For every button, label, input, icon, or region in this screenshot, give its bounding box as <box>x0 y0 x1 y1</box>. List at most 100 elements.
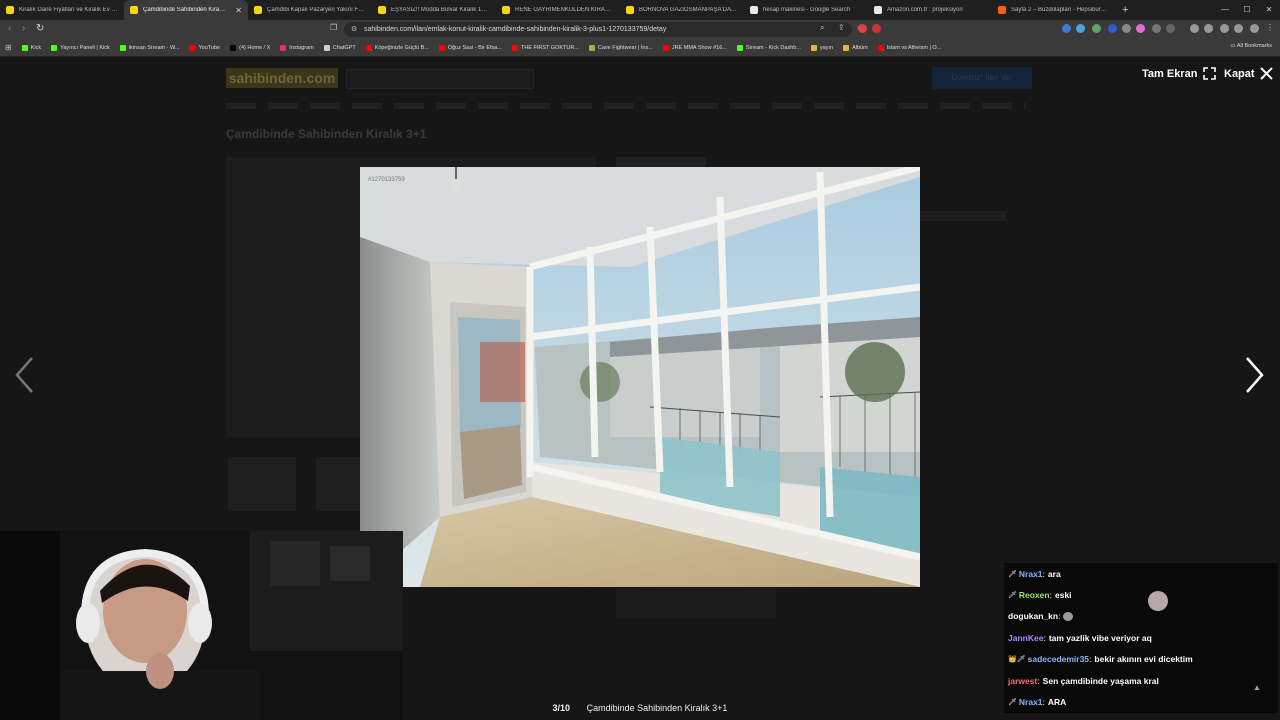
bookmark-item[interactable]: YouTube <box>184 44 225 51</box>
bookmark-label: Kick <box>30 44 42 51</box>
close-window-icon[interactable]: ✕ <box>1258 0 1280 20</box>
post-listing-button: Ücretsiz* İlan Ver <box>932 67 1032 89</box>
chat-username[interactable]: Nrax1 <box>1019 569 1043 579</box>
bookmark-item[interactable]: ChatGPT <box>319 44 361 51</box>
browser-tab[interactable]: hesap makinesi - Google Search <box>744 0 868 20</box>
reload-icon[interactable]: ↻ <box>36 23 44 34</box>
share-icon[interactable]: ⇪ <box>838 23 845 32</box>
menu-icon[interactable]: ⋮ <box>1266 23 1274 32</box>
bookmark-label: Instagram <box>289 44 314 51</box>
tab-title: Sayfa 2 – Buzdolapları - Hepsiburada <box>1011 7 1110 13</box>
extension-icon[interactable] <box>1108 24 1117 33</box>
fullscreen-button[interactable]: Tam Ekran <box>1142 67 1217 80</box>
bookmark-label: Stream - Kick Dashb... <box>745 44 801 51</box>
bookmark-item[interactable]: Oğuz Sasi - Bir Efsa... <box>434 44 507 51</box>
close-tab-icon[interactable]: ✕ <box>235 6 242 15</box>
all-bookmarks-button[interactable]: ▭ All Bookmarks <box>1230 43 1272 49</box>
browser-tab[interactable]: BORNOVA GAZİOSMANPAŞA'DA KAPAL <box>620 0 744 20</box>
site-search-input <box>346 69 534 89</box>
sahibinden-favicon <box>502 6 510 14</box>
bookmark-label: YouTube <box>198 44 221 51</box>
gallery-photo[interactable]: #1270133759 <box>360 167 920 587</box>
extension-icon[interactable] <box>1234 24 1243 33</box>
previous-photo-arrow-icon[interactable] <box>12 355 36 395</box>
fullscreen-label: Tam Ekran <box>1142 67 1198 80</box>
maximize-icon[interactable]: ☐ <box>1236 0 1258 20</box>
chat-message: 🗡 Nrax1: ARA <box>1004 691 1278 713</box>
browser-tab[interactable]: Sayfa 2 – Buzdolapları - Hepsiburada <box>992 0 1116 20</box>
back-icon[interactable]: ‹ <box>8 23 11 34</box>
streamer-webcam-image <box>0 531 403 720</box>
profile-icon[interactable] <box>1250 24 1259 33</box>
bookmark-item[interactable]: JRE MMA Show #16... <box>658 44 732 51</box>
chat-username[interactable]: Nrax1 <box>1019 697 1043 707</box>
chat-text: eski <box>1054 590 1072 601</box>
zoom-icon[interactable]: ⌕ <box>820 23 824 33</box>
bookmark-label: Albüm <box>852 44 868 51</box>
extension-icon[interactable] <box>1076 24 1085 33</box>
chat-username[interactable]: dogukan_kn <box>1008 611 1058 621</box>
chat-message: dogukan_kn: <box>1004 605 1278 628</box>
chat-username[interactable]: Reoxen <box>1019 590 1050 600</box>
bookmark-item[interactable]: (4) Home / X <box>225 44 275 51</box>
chat-username[interactable]: jarwest <box>1008 676 1037 686</box>
extension-icon[interactable] <box>1122 24 1131 33</box>
close-viewer-button[interactable]: Kapat <box>1224 67 1273 80</box>
bookmark-favicon-icon <box>21 44 28 51</box>
bookmark-item[interactable]: ikinsan Stream - W... <box>115 44 185 51</box>
bookmark-favicon-icon <box>189 44 196 51</box>
window-controls: — ☐ ✕ <box>1214 0 1280 20</box>
chat-text: tam yazlik vibe veriyor aq <box>1048 632 1152 643</box>
next-photo-arrow-icon[interactable] <box>1243 355 1267 395</box>
google-favicon <box>750 6 758 14</box>
extension-icon[interactable] <box>1092 24 1101 33</box>
site-info-icon[interactable]: ⚙ <box>351 22 357 37</box>
minimize-icon[interactable]: — <box>1214 0 1236 20</box>
bookmark-favicon-icon <box>511 44 518 51</box>
extensions-puzzle-icon[interactable] <box>1152 24 1161 33</box>
sahibinden-favicon <box>378 6 386 14</box>
chat-username[interactable]: sadecedemir35 <box>1028 654 1089 664</box>
bookmark-favicon-icon <box>877 44 884 51</box>
bookmark-label: Cave Fightwear | İns... <box>597 44 653 51</box>
apps-grid-icon[interactable]: ⊞ <box>0 43 17 52</box>
chat-separator: : <box>1042 568 1045 579</box>
extension-icon[interactable] <box>1062 24 1071 33</box>
reading-list-icon[interactable] <box>1204 24 1213 33</box>
browser-tab[interactable]: Amazon.com.tr : projeksiyon <box>868 0 992 20</box>
bookmark-item[interactable]: Instagram <box>275 44 318 51</box>
extension-shield-icon[interactable] <box>858 24 867 33</box>
tab-title: RENE GAYRİMENKULDEN KİRALIK 2+1 <box>515 7 614 13</box>
chat-scroll-up-icon[interactable]: ▲ <box>1253 683 1261 692</box>
chat-message: JannKee: tam yazlik vibe veriyor aq <box>1004 627 1278 649</box>
media-control-icon[interactable] <box>1190 24 1199 33</box>
new-tab-button[interactable]: + <box>1116 4 1134 16</box>
photo-caption: Çamdibinde Sahibinden Kiralık 3+1 <box>586 703 728 713</box>
bookmark-item[interactable]: Islam vs Atheism | O... <box>873 44 947 51</box>
bookmark-item[interactable]: Stream - Kick Dashb... <box>732 44 806 51</box>
bookmark-item[interactable]: THE FIRST GOKTUR... <box>507 44 584 51</box>
browser-tab[interactable]: RENE GAYRİMENKULDEN KİRALIK 2+1 <box>496 0 620 20</box>
bookmark-page-icon[interactable]: ❐ <box>330 23 337 32</box>
url-field[interactable]: ⚙ sahibinden.com/ilan/emlak-konut-kirali… <box>344 22 852 37</box>
chat-username[interactable]: JannKee <box>1008 633 1043 643</box>
bookmark-item[interactable]: Yayıncı Paneli | Kick <box>46 44 115 51</box>
browser-tab[interactable]: EŞYASIZ!! Modda Bulvar Kiralık 1+1 Da <box>372 0 496 20</box>
extension-icon[interactable] <box>1166 24 1175 33</box>
browser-tab[interactable]: Çamdibi Kapalı Pazaryeri Yakını Full E <box>248 0 372 20</box>
chat-badge-icon: 🗡 <box>1008 699 1017 707</box>
side-panel-icon[interactable] <box>1220 24 1229 33</box>
browser-tab[interactable]: Kiralık Daire Fiyatları ve Kiralık Ev İl… <box>0 0 124 20</box>
bookmark-item[interactable]: Albüm <box>838 44 873 51</box>
bookmark-item[interactable]: Kick <box>17 44 46 51</box>
photo-counter: 3/10 <box>552 703 571 713</box>
bookmark-item[interactable]: Cave Fightwear | İns... <box>584 44 658 51</box>
forward-icon[interactable]: › <box>22 23 25 34</box>
all-bookmarks-label: All Bookmarks <box>1236 43 1272 49</box>
bookmark-item[interactable]: yayın <box>806 44 838 51</box>
extension-warning-icon[interactable] <box>872 24 881 33</box>
browser-tab[interactable]: Çamdibinde Sahibinden Kiralık 3+1 ✕ <box>124 0 248 20</box>
bookmark-item[interactable]: Köpeğinizle Güçlü B... <box>361 44 434 51</box>
extension-icon[interactable] <box>1136 24 1145 33</box>
listing-thumbnails <box>228 457 384 511</box>
